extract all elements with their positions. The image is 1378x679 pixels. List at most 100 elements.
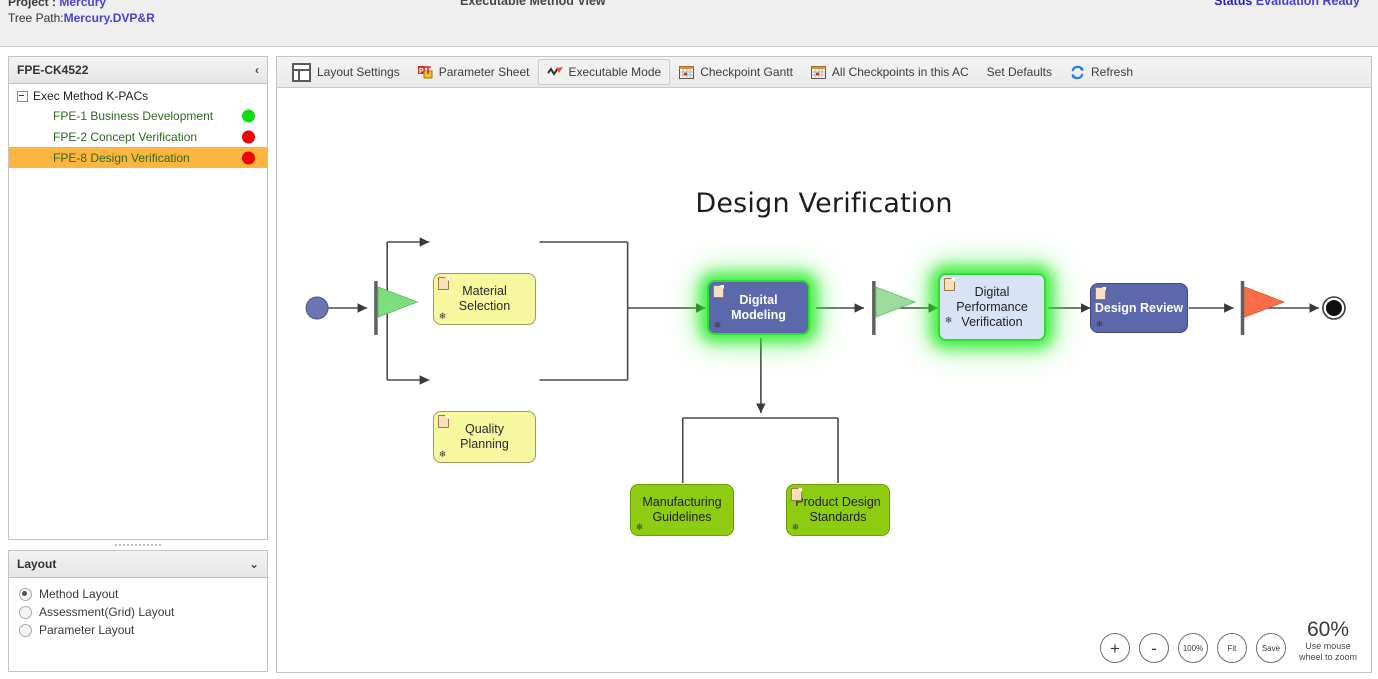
radio-indicator[interactable]	[19, 587, 32, 601]
tree-path-row: Tree Path:Mercury.DVP&R	[8, 10, 155, 26]
zoom-fit-button[interactable]: Fit	[1216, 633, 1247, 663]
tree-item-fpe-1[interactable]: FPE-1 Business Development	[9, 105, 267, 126]
method-tree-header: FPE-CK4522 ‹	[9, 57, 267, 84]
page-title: Executable Method View	[460, 0, 606, 8]
tree-item-label: FPE-8 Design Verification	[53, 150, 190, 165]
toolbar-button-layout-settings[interactable]: Layout Settings	[283, 59, 409, 85]
pin-icon: ❄	[791, 522, 800, 532]
radio-parameter-layout[interactable]: Parameter Layout	[19, 621, 267, 639]
node-label: Manufacturing Guidelines	[642, 495, 722, 524]
toolbar-button-label: Parameter Sheet	[438, 65, 530, 79]
main-pane: Layout Settings P Parameter Sheet Execut…	[276, 56, 1372, 673]
tree-path-label: Tree Path:	[8, 11, 64, 25]
node-label: Material Selection	[458, 284, 511, 313]
pin-icon: ❄	[635, 522, 644, 532]
toolbar-button-refresh[interactable]: Refresh	[1061, 59, 1142, 85]
toolbar-button-label: Refresh	[1091, 65, 1134, 79]
pin-icon: ❄	[438, 311, 447, 321]
layout-panel: Layout ⌄ Method Layout Assessment(Grid) …	[8, 550, 268, 672]
project-label: Project :	[8, 0, 57, 9]
document-icon	[713, 285, 724, 298]
pin-icon: ❄	[438, 449, 447, 459]
application-window: Project : Mercury Tree Path:Mercury.DVP&…	[0, 0, 1378, 679]
diagram-connectors	[305, 237, 1346, 483]
document-icon	[1095, 287, 1106, 300]
method-tree-body[interactable]: Exec Method K-PACs FPE-1 Business Develo…	[9, 84, 267, 539]
toolbar-button-checkpoint-gantt[interactable]: Checkpoint Gantt	[670, 59, 802, 85]
node-label: Quality Planning	[460, 422, 509, 451]
sidebar-splitter[interactable]	[8, 540, 268, 550]
node-material-selection[interactable]: ❄ Material Selection	[433, 273, 536, 325]
zoom-readout: 60% Use mouse wheel to zoom	[1299, 619, 1357, 663]
status-dot-red	[242, 130, 255, 143]
zoom-reset-button[interactable]: 100%	[1177, 633, 1208, 663]
tree-root-node[interactable]: Exec Method K-PACs	[9, 84, 267, 105]
diagram-canvas[interactable]: Design Verification ❄ Material Selection…	[277, 88, 1371, 671]
start-node	[305, 296, 329, 320]
status-dot-green	[242, 109, 255, 122]
status-dot-red	[242, 151, 255, 164]
tree-path-value: Mercury.DVP&R	[63, 11, 155, 25]
toolbar-button-label: Set Defaults	[986, 65, 1053, 79]
radio-assessment-grid-layout[interactable]: Assessment(Grid) Layout	[19, 603, 267, 621]
collapse-expander-icon[interactable]	[17, 90, 28, 102]
method-tree-title: FPE-CK4522	[17, 63, 89, 77]
document-icon	[944, 278, 955, 291]
layout-panel-header[interactable]: Layout ⌄	[9, 551, 267, 578]
toolbar-button-executable-mode[interactable]: Executable Mode	[538, 59, 671, 85]
node-digital-performance-verification[interactable]: ❄ Digital Performance Verification	[938, 273, 1046, 341]
zoom-controls: + - 100% Fit Save 60% Use mouse wheel to…	[1099, 619, 1357, 663]
executable-mode-icon	[547, 65, 564, 80]
refresh-icon	[1070, 65, 1085, 80]
zoom-level: 60%	[1306, 618, 1349, 641]
node-label: Design Review	[1094, 300, 1184, 315]
zoom-hint-line-2: wheel to zoom	[1298, 652, 1357, 662]
node-manufacturing-guidelines[interactable]: ❄ Manufacturing Guidelines	[630, 484, 734, 536]
toolbar-button-set-defaults[interactable]: Set Defaults	[978, 59, 1061, 85]
method-tree-panel: FPE-CK4522 ‹ Exec Method K-PACs FPE-1 Bu…	[8, 56, 268, 540]
toolbar-button-label: All Checkpoints in this AC	[831, 65, 969, 79]
tree-item-label: FPE-1 Business Development	[53, 108, 214, 123]
chevron-down-icon[interactable]: ⌄	[249, 557, 259, 571]
document-icon	[438, 277, 449, 290]
project-value: Mercury	[59, 0, 107, 9]
node-product-design-standards[interactable]: ❄ Product Design Standards	[786, 484, 890, 536]
toolbar: Layout Settings P Parameter Sheet Execut…	[277, 57, 1371, 88]
pin-icon: ❄	[1095, 319, 1104, 329]
toolbar-button-parameter-sheet[interactable]: P Parameter Sheet	[409, 59, 539, 85]
status-label: Status	[1214, 0, 1253, 8]
toolbar-button-all-checkpoints[interactable]: All Checkpoints in this AC	[802, 59, 978, 85]
node-design-review[interactable]: ❄ Design Review	[1090, 283, 1188, 333]
document-icon	[791, 488, 802, 501]
zoom-hint-line-1: Use mouse	[1305, 641, 1351, 651]
toolbar-button-label: Executable Mode	[568, 65, 662, 79]
tree-item-label: FPE-2 Concept Verification	[53, 129, 198, 144]
tree-root-label: Exec Method K-PACs	[33, 89, 149, 103]
tree-item-fpe-8[interactable]: FPE-8 Design Verification	[9, 147, 267, 168]
zoom-out-button[interactable]: -	[1138, 633, 1169, 663]
radio-label: Assessment(Grid) Layout	[39, 605, 175, 619]
zoom-save-button[interactable]: Save	[1255, 633, 1286, 663]
toolbar-button-label: Layout Settings	[317, 65, 400, 79]
pin-icon: ❄	[713, 320, 722, 330]
toolbar-button-label: Checkpoint Gantt	[700, 65, 793, 79]
layout-panel-title: Layout	[17, 557, 57, 571]
document-icon	[438, 415, 449, 428]
pin-icon: ❄	[944, 315, 953, 325]
node-label: Product Design Standards	[795, 495, 881, 524]
radio-indicator[interactable]	[19, 605, 32, 619]
layout-options: Method Layout Assessment(Grid) Layout Pa…	[9, 578, 267, 671]
tree-item-fpe-2[interactable]: FPE-2 Concept Verification	[9, 126, 267, 147]
radio-method-layout[interactable]: Method Layout	[19, 585, 267, 603]
node-label: Digital Performance Verification	[956, 284, 1028, 329]
zoom-in-button[interactable]: +	[1099, 633, 1130, 663]
project-row: Project : Mercury	[8, 0, 155, 10]
radio-indicator[interactable]	[19, 623, 32, 637]
node-digital-modeling[interactable]: ❄ Digital Modeling	[707, 280, 810, 335]
radio-label: Method Layout	[39, 587, 119, 601]
parameter-sheet-icon: P	[417, 65, 433, 80]
node-quality-planning[interactable]: ❄ Quality Planning	[433, 411, 536, 463]
checkpoint-flag-1	[374, 281, 419, 335]
chevron-left-icon[interactable]: ‹	[255, 63, 259, 77]
gantt-table-icon	[810, 65, 826, 80]
